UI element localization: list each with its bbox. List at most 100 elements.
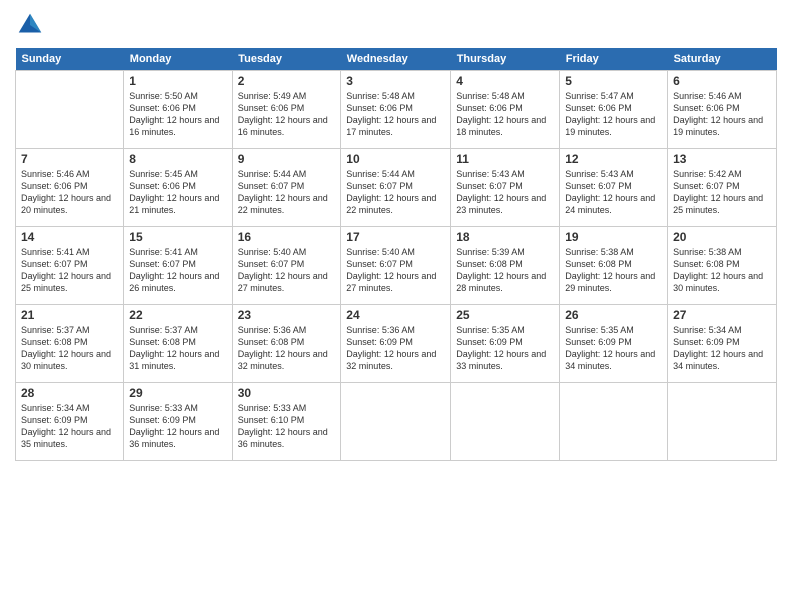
day-info: Sunrise: 5:43 AM Sunset: 6:07 PM Dayligh… — [565, 168, 662, 217]
day-info: Sunrise: 5:40 AM Sunset: 6:07 PM Dayligh… — [238, 246, 336, 295]
calendar-cell: 6 Sunrise: 5:46 AM Sunset: 6:06 PM Daylig… — [668, 71, 777, 149]
header-row: SundayMondayTuesdayWednesdayThursdayFrid… — [16, 48, 777, 71]
day-info: Sunrise: 5:33 AM Sunset: 6:09 PM Dayligh… — [129, 402, 226, 451]
calendar-table: SundayMondayTuesdayWednesdayThursdayFrid… — [15, 48, 777, 461]
calendar-cell: 2 Sunrise: 5:49 AM Sunset: 6:06 PM Daylig… — [232, 71, 341, 149]
calendar-cell: 3 Sunrise: 5:48 AM Sunset: 6:06 PM Daylig… — [341, 71, 451, 149]
day-number: 28 — [21, 386, 118, 400]
day-number: 24 — [346, 308, 445, 322]
header-cell-monday: Monday — [124, 48, 232, 71]
day-info: Sunrise: 5:44 AM Sunset: 6:07 PM Dayligh… — [346, 168, 445, 217]
day-info: Sunrise: 5:35 AM Sunset: 6:09 PM Dayligh… — [565, 324, 662, 373]
calendar-cell: 22 Sunrise: 5:37 AM Sunset: 6:08 PM Dayli… — [124, 305, 232, 383]
day-info: Sunrise: 5:46 AM Sunset: 6:06 PM Dayligh… — [21, 168, 118, 217]
day-number: 5 — [565, 74, 662, 88]
day-info: Sunrise: 5:36 AM Sunset: 6:08 PM Dayligh… — [238, 324, 336, 373]
day-info: Sunrise: 5:44 AM Sunset: 6:07 PM Dayligh… — [238, 168, 336, 217]
calendar-cell: 23 Sunrise: 5:36 AM Sunset: 6:08 PM Dayli… — [232, 305, 341, 383]
day-number: 21 — [21, 308, 118, 322]
day-number: 29 — [129, 386, 226, 400]
day-number: 22 — [129, 308, 226, 322]
calendar-cell: 28 Sunrise: 5:34 AM Sunset: 6:09 PM Dayli… — [16, 383, 124, 461]
calendar-cell: 18Sunrise: 5:39 AM Sunset: 6:08 PM Dayli… — [451, 227, 560, 305]
day-info: Sunrise: 5:33 AM Sunset: 6:10 PM Dayligh… — [238, 402, 336, 451]
calendar-week-1: 1 Sunrise: 5:50 AM Sunset: 6:06 PM Daylig… — [16, 71, 777, 149]
day-number: 14 — [21, 230, 118, 244]
day-number: 7 — [21, 152, 118, 166]
day-info: Sunrise: 5:50 AM Sunset: 6:06 PM Dayligh… — [129, 90, 226, 139]
day-number: 3 — [346, 74, 445, 88]
day-number: 19 — [565, 230, 662, 244]
calendar-cell — [668, 383, 777, 461]
day-info: Sunrise: 5:38 AM Sunset: 6:08 PM Dayligh… — [565, 246, 662, 295]
calendar-page: SundayMondayTuesdayWednesdayThursdayFrid… — [0, 0, 792, 612]
day-number: 12 — [565, 152, 662, 166]
header-cell-sunday: Sunday — [16, 48, 124, 71]
day-info: Sunrise: 5:47 AM Sunset: 6:06 PM Dayligh… — [565, 90, 662, 139]
calendar-cell: 17 Sunrise: 5:40 AM Sunset: 6:07 PM Dayli… — [341, 227, 451, 305]
calendar-week-5: 28 Sunrise: 5:34 AM Sunset: 6:09 PM Dayli… — [16, 383, 777, 461]
day-info: Sunrise: 5:34 AM Sunset: 6:09 PM Dayligh… — [673, 324, 771, 373]
day-number: 8 — [129, 152, 226, 166]
day-info: Sunrise: 5:35 AM Sunset: 6:09 PM Dayligh… — [456, 324, 554, 373]
header-cell-friday: Friday — [560, 48, 668, 71]
header-cell-tuesday: Tuesday — [232, 48, 341, 71]
day-info: Sunrise: 5:37 AM Sunset: 6:08 PM Dayligh… — [129, 324, 226, 373]
calendar-cell: 12 Sunrise: 5:43 AM Sunset: 6:07 PM Dayli… — [560, 149, 668, 227]
calendar-cell: 5 Sunrise: 5:47 AM Sunset: 6:06 PM Daylig… — [560, 71, 668, 149]
calendar-cell: 21 Sunrise: 5:37 AM Sunset: 6:08 PM Dayli… — [16, 305, 124, 383]
calendar-cell: 14 Sunrise: 5:41 AM Sunset: 6:07 PM Dayli… — [16, 227, 124, 305]
day-info: Sunrise: 5:41 AM Sunset: 6:07 PM Dayligh… — [21, 246, 118, 295]
calendar-cell — [341, 383, 451, 461]
day-info: Sunrise: 5:45 AM Sunset: 6:06 PM Dayligh… — [129, 168, 226, 217]
calendar-cell: 20 Sunrise: 5:38 AM Sunset: 6:08 PM Dayli… — [668, 227, 777, 305]
day-number: 15 — [129, 230, 226, 244]
calendar-cell — [16, 71, 124, 149]
calendar-cell: 15 Sunrise: 5:41 AM Sunset: 6:07 PM Dayli… — [124, 227, 232, 305]
day-info: Sunrise: 5:48 AM Sunset: 6:06 PM Dayligh… — [346, 90, 445, 139]
day-info: Sunrise: 5:38 AM Sunset: 6:08 PM Dayligh… — [673, 246, 771, 295]
calendar-cell: 24Sunrise: 5:36 AM Sunset: 6:09 PM Dayli… — [341, 305, 451, 383]
page-header — [15, 10, 777, 40]
calendar-week-2: 7 Sunrise: 5:46 AM Sunset: 6:06 PM Daylig… — [16, 149, 777, 227]
calendar-week-4: 21 Sunrise: 5:37 AM Sunset: 6:08 PM Dayli… — [16, 305, 777, 383]
day-number: 10 — [346, 152, 445, 166]
day-number: 17 — [346, 230, 445, 244]
calendar-cell: 30 Sunrise: 5:33 AM Sunset: 6:10 PM Dayli… — [232, 383, 341, 461]
day-number: 23 — [238, 308, 336, 322]
calendar-cell: 16 Sunrise: 5:40 AM Sunset: 6:07 PM Dayli… — [232, 227, 341, 305]
calendar-cell — [560, 383, 668, 461]
day-info: Sunrise: 5:34 AM Sunset: 6:09 PM Dayligh… — [21, 402, 118, 451]
calendar-cell: 1 Sunrise: 5:50 AM Sunset: 6:06 PM Daylig… — [124, 71, 232, 149]
calendar-cell: 19 Sunrise: 5:38 AM Sunset: 6:08 PM Dayli… — [560, 227, 668, 305]
calendar-week-3: 14 Sunrise: 5:41 AM Sunset: 6:07 PM Dayli… — [16, 227, 777, 305]
calendar-cell: 27 Sunrise: 5:34 AM Sunset: 6:09 PM Dayli… — [668, 305, 777, 383]
calendar-cell — [451, 383, 560, 461]
day-info: Sunrise: 5:41 AM Sunset: 6:07 PM Dayligh… — [129, 246, 226, 295]
day-number: 6 — [673, 74, 771, 88]
day-info: Sunrise: 5:39 AM Sunset: 6:08 PM Dayligh… — [456, 246, 554, 295]
day-info: Sunrise: 5:48 AM Sunset: 6:06 PM Dayligh… — [456, 90, 554, 139]
calendar-cell: 8 Sunrise: 5:45 AM Sunset: 6:06 PM Daylig… — [124, 149, 232, 227]
day-info: Sunrise: 5:46 AM Sunset: 6:06 PM Dayligh… — [673, 90, 771, 139]
day-number: 20 — [673, 230, 771, 244]
day-number: 1 — [129, 74, 226, 88]
day-number: 9 — [238, 152, 336, 166]
logo — [15, 10, 49, 40]
day-number: 27 — [673, 308, 771, 322]
day-number: 30 — [238, 386, 336, 400]
day-info: Sunrise: 5:37 AM Sunset: 6:08 PM Dayligh… — [21, 324, 118, 373]
header-cell-saturday: Saturday — [668, 48, 777, 71]
calendar-cell: 4Sunrise: 5:48 AM Sunset: 6:06 PM Daylig… — [451, 71, 560, 149]
day-number: 16 — [238, 230, 336, 244]
day-info: Sunrise: 5:40 AM Sunset: 6:07 PM Dayligh… — [346, 246, 445, 295]
calendar-cell: 25 Sunrise: 5:35 AM Sunset: 6:09 PM Dayli… — [451, 305, 560, 383]
day-number: 26 — [565, 308, 662, 322]
day-number: 2 — [238, 74, 336, 88]
day-number: 25 — [456, 308, 554, 322]
calendar-cell: 7 Sunrise: 5:46 AM Sunset: 6:06 PM Daylig… — [16, 149, 124, 227]
day-info: Sunrise: 5:42 AM Sunset: 6:07 PM Dayligh… — [673, 168, 771, 217]
header-cell-thursday: Thursday — [451, 48, 560, 71]
day-info: Sunrise: 5:43 AM Sunset: 6:07 PM Dayligh… — [456, 168, 554, 217]
day-info: Sunrise: 5:49 AM Sunset: 6:06 PM Dayligh… — [238, 90, 336, 139]
